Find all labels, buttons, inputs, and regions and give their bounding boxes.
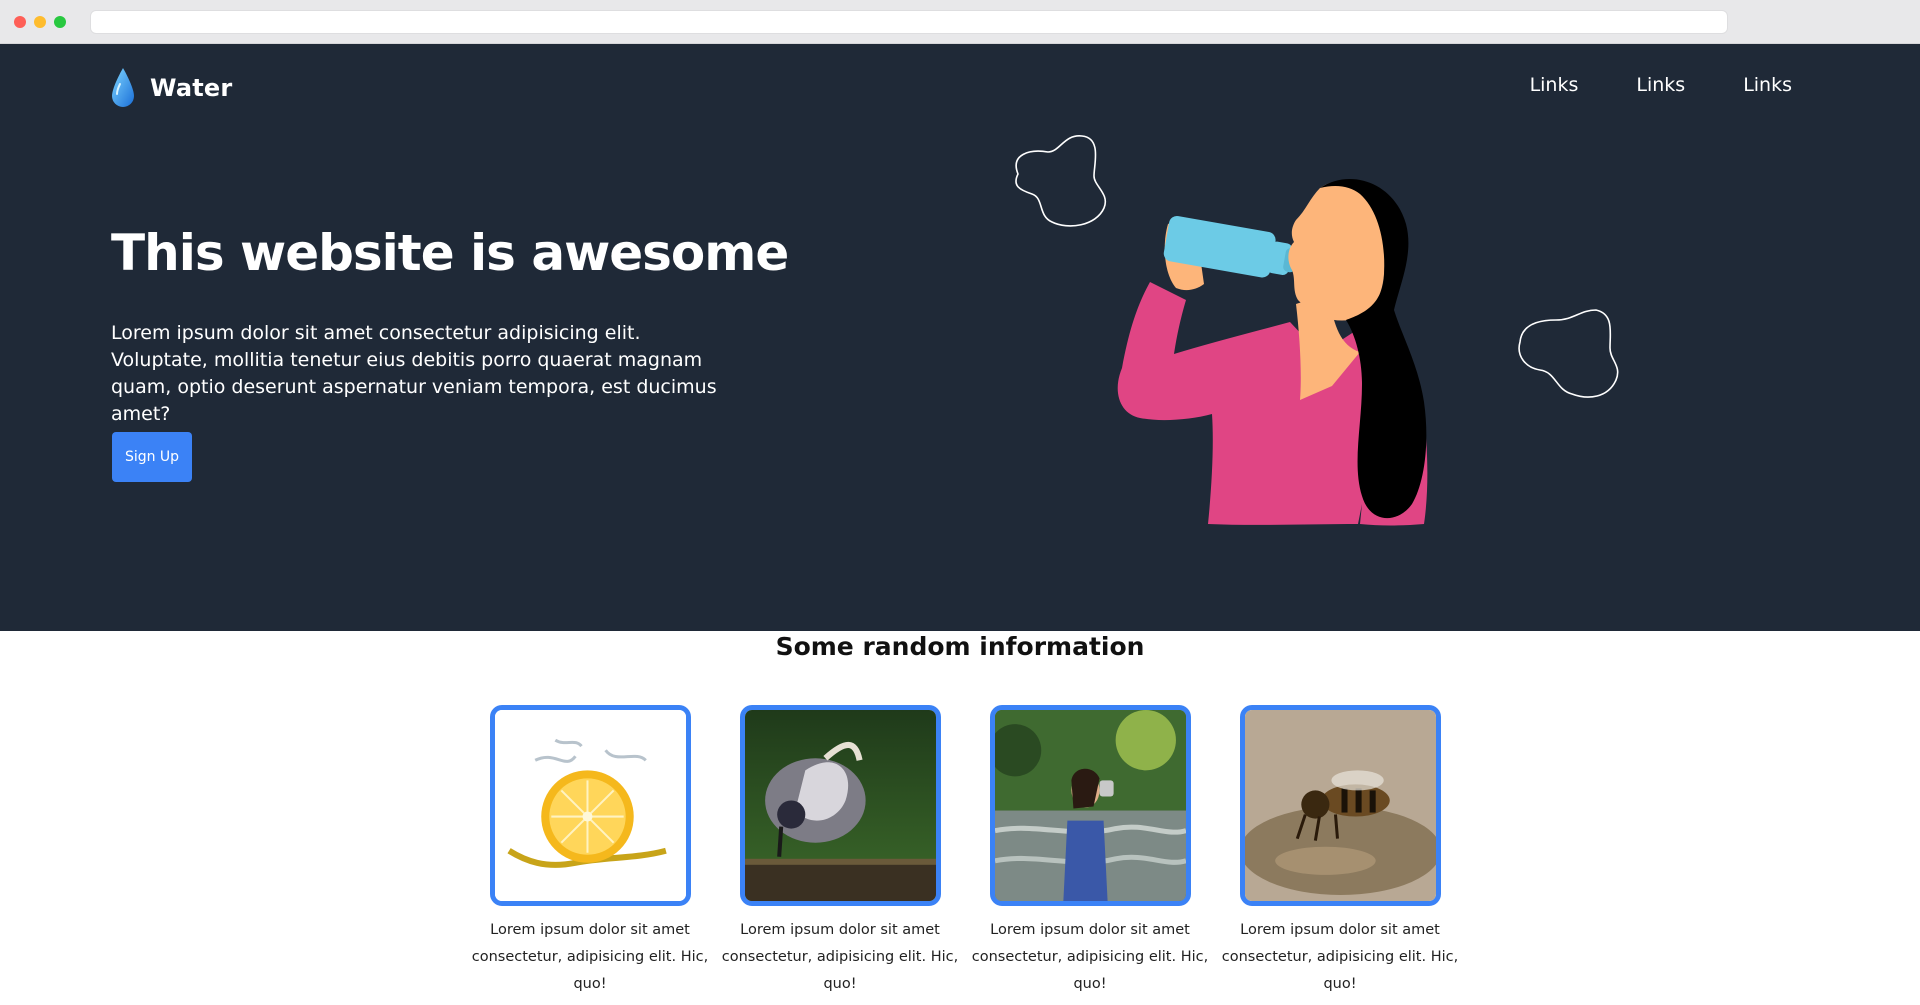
lemon-splash-image xyxy=(490,705,691,906)
blob-outline-right xyxy=(1518,309,1619,398)
minimize-window-button[interactable] xyxy=(34,16,46,28)
card-caption: Lorem ipsum dolor sit amet consectetur, … xyxy=(1221,922,1459,992)
brand-logo-link[interactable]: Water xyxy=(110,64,232,112)
blob-outline-left xyxy=(1015,135,1107,227)
address-bar[interactable] xyxy=(90,10,1728,34)
close-window-button[interactable] xyxy=(14,16,26,28)
card-caption: Lorem ipsum dolor sit amet consectetur, … xyxy=(721,922,959,992)
sign-up-button[interactable]: Sign Up xyxy=(112,432,192,482)
hero-lead-text: Lorem ipsum dolor sit amet consectetur a… xyxy=(111,322,717,425)
section-title: Some random information xyxy=(775,632,1145,661)
bee-drinking-image xyxy=(1240,705,1441,906)
nav-link-2[interactable]: Links xyxy=(1636,74,1685,96)
card-caption: Lorem ipsum dolor sit amet consectetur, … xyxy=(971,922,1209,992)
woman-drinking-river-image xyxy=(990,705,1191,906)
woman-drinking-water-illustration xyxy=(1015,135,1619,526)
hero-headline: This website is awesome xyxy=(111,224,789,282)
web-page: Water Links Links Links This website is … xyxy=(0,44,1920,1005)
water-drop-icon xyxy=(112,68,134,107)
browser-chrome xyxy=(0,0,1920,44)
nav-link-3[interactable]: Links xyxy=(1743,74,1792,96)
hero-section: Water Links Links Links This website is … xyxy=(0,44,1920,631)
nav-link-1[interactable]: Links xyxy=(1530,74,1579,96)
main-nav: Links Links Links xyxy=(1472,74,1792,96)
bird-drinking-image xyxy=(740,705,941,906)
card-caption: Lorem ipsum dolor sit amet consectetur, … xyxy=(471,922,709,992)
maximize-window-button[interactable] xyxy=(54,16,66,28)
brand-name: Water xyxy=(150,74,233,102)
